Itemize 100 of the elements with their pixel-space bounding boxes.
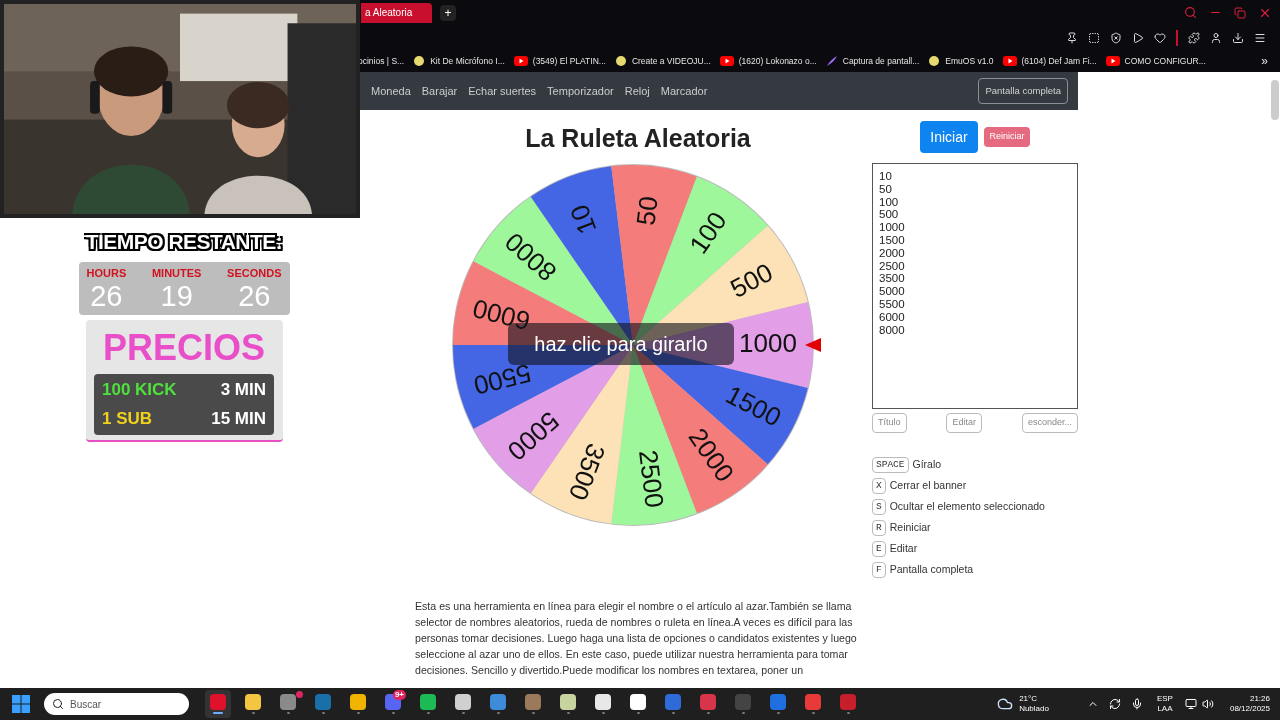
- taskbar-app[interactable]: 9+: [380, 690, 406, 718]
- countdown-value: 26: [90, 281, 123, 311]
- more-bookmarks-button[interactable]: »: [1261, 52, 1280, 70]
- key-label: E: [872, 541, 886, 557]
- shortcut-label: Gíralo: [912, 457, 942, 473]
- entry-line: 3500: [879, 272, 906, 286]
- key-label: F: [872, 562, 886, 578]
- language-indicator[interactable]: ESP: [1156, 694, 1173, 704]
- nav-link[interactable]: Marcador: [660, 82, 708, 100]
- key-label: SPACE: [872, 457, 909, 473]
- site-icon: [928, 55, 941, 67]
- video-play-icon: [1002, 56, 1017, 66]
- bookmark-link[interactable]: COMO CONFIGUR...: [1105, 54, 1206, 68]
- bookmark-link[interactable]: Captura de pantall...: [825, 54, 920, 68]
- shortcut-label: Ocultar el elemento seleccionado: [889, 499, 1045, 515]
- language-indicator[interactable]: LAA: [1157, 704, 1173, 714]
- start-button[interactable]: Iniciar: [920, 121, 978, 153]
- weather-temperature: 21°C: [1019, 694, 1038, 704]
- entry-line: 6000: [879, 310, 906, 324]
- action-button[interactable]: Título: [872, 413, 907, 433]
- countdown-label: MINUTES: [151, 265, 202, 281]
- search-icon: [52, 698, 64, 710]
- price-time: 3 MIN: [220, 378, 266, 401]
- entry-line: 5000: [879, 285, 906, 298]
- notification-badge: 9+: [392, 690, 406, 700]
- action-button[interactable]: Editar: [946, 413, 982, 433]
- entry-line: 500: [879, 208, 900, 222]
- entry-line: 10: [879, 170, 893, 183]
- action-button[interactable]: esconder...: [1021, 413, 1078, 433]
- pointer-icon: [805, 338, 821, 352]
- fullscreen-button[interactable]: Pantalla completa: [978, 78, 1068, 104]
- shortcut-label: Cerrar el banner: [889, 478, 967, 494]
- volume-icon[interactable]: [1201, 698, 1214, 710]
- entries-textarea[interactable]: 10 50 100 500 1000 1500 2000 2500 3500 5000 5500 6000 8000: [872, 163, 1078, 409]
- nav-link[interactable]: Moneda: [371, 82, 411, 100]
- price-time: 15 MIN: [211, 408, 266, 430]
- description-paragraph: Esta es una herramienta en línea para elegir el nombre o el artículo al azar.También se llama selector de nombres aleatorios, rueda de nombres o ruleta en línea.A veces es difícil para las personas tomar decisiones. Luego haga una lista de opciones o candidatos existentes y luego seleccione al azar uno de ellos. En este caso, puede utilizar nuestra herramienta para tomar decisiones. Sencillo y divertido.Puede modificar los nombres en textarea, poner un: [415, 599, 858, 678]
- sync-icon[interactable]: [1108, 698, 1121, 710]
- price-item: 1 SUB: [102, 408, 153, 430]
- countdown-title: TIEMPO RESTANTE:: [85, 229, 283, 255]
- feather-icon: [825, 55, 838, 67]
- bookmark-link[interactable]: ocinios | S...: [358, 54, 405, 68]
- countdown-value: 19: [160, 281, 193, 311]
- download-icon[interactable]: [1232, 31, 1244, 44]
- new-tab-button[interactable]: +: [440, 4, 456, 21]
- video-play-icon: [1105, 56, 1120, 66]
- search-icon[interactable]: [1184, 6, 1197, 19]
- entry-line: 5500: [879, 297, 906, 311]
- search-field[interactable]: Buscar: [44, 693, 189, 715]
- entry-line: 2000: [879, 246, 906, 260]
- heart-icon[interactable]: [1154, 31, 1166, 44]
- bookmark-link[interactable]: (3549) El PLATIN...: [513, 54, 606, 68]
- restore-icon[interactable]: [1234, 6, 1246, 19]
- shortcut-label: Reiniciar: [889, 520, 931, 536]
- site-icon: [614, 55, 627, 67]
- countdown-label: SECONDS: [227, 265, 282, 281]
- entry-line: 100: [879, 195, 900, 209]
- microphone-icon[interactable]: [1130, 698, 1143, 710]
- nav-link[interactable]: Temporizador: [547, 82, 614, 100]
- video-play-icon: [513, 56, 528, 66]
- entry-line: 50: [879, 182, 893, 196]
- nav-link[interactable]: Barajar: [421, 82, 458, 100]
- page-title: La Ruleta Aleatoria: [525, 123, 751, 152]
- profile-icon[interactable]: [1210, 31, 1222, 44]
- key-label: S: [872, 499, 886, 515]
- entry-line: 2500: [879, 259, 906, 273]
- clock-date[interactable]: 08/12/2025: [1229, 704, 1270, 714]
- entry-line: 1500: [879, 234, 906, 247]
- bookmark-link[interactable]: Create a VIDEOJU...: [614, 54, 711, 68]
- bookmark-link[interactable]: (6104) Def Jam Fi...: [1002, 54, 1097, 68]
- entry-line: 8000: [879, 323, 906, 337]
- crop-icon[interactable]: [1088, 31, 1100, 44]
- menu-icon[interactable]: [1254, 31, 1266, 44]
- nav-link[interactable]: Echar suertes: [468, 82, 537, 100]
- browser-tab[interactable]: a Aleatoria: [361, 2, 432, 23]
- scrollbar[interactable]: [1271, 80, 1279, 120]
- site-icon: [413, 55, 426, 67]
- bookmark-link[interactable]: Kit De Micrófono I...: [413, 54, 505, 68]
- bookmark-link[interactable]: EmuOS v1.0: [928, 54, 994, 68]
- shortcut-label: Editar: [889, 541, 918, 557]
- bookmark-link[interactable]: (1620) Lokonazo o...: [719, 54, 817, 68]
- taskbar-app[interactable]: [205, 690, 231, 718]
- play-icon[interactable]: [1132, 31, 1144, 44]
- shortcut-label: Pantalla completa: [889, 562, 974, 578]
- price-item: 100 KICK: [102, 378, 177, 401]
- extensions-icon[interactable]: [1188, 31, 1200, 44]
- cloud-icon: [997, 696, 1014, 712]
- entry-line: 1000: [879, 221, 906, 234]
- pin-icon[interactable]: [1066, 31, 1078, 44]
- shield-icon[interactable]: [1110, 31, 1122, 44]
- countdown-value: 26: [238, 281, 271, 311]
- video-play-icon: [719, 56, 734, 66]
- clock-time[interactable]: 21:26: [1249, 694, 1270, 704]
- weather-condition: Nublado: [1019, 704, 1049, 714]
- prices-title: PRECIOS: [102, 327, 265, 368]
- key-label: R: [872, 520, 886, 536]
- key-label: X: [872, 478, 886, 494]
- nav-link[interactable]: Reloj: [624, 82, 650, 100]
- countdown-label: HOURS: [86, 265, 127, 281]
- monitor-icon[interactable]: [1184, 698, 1197, 710]
